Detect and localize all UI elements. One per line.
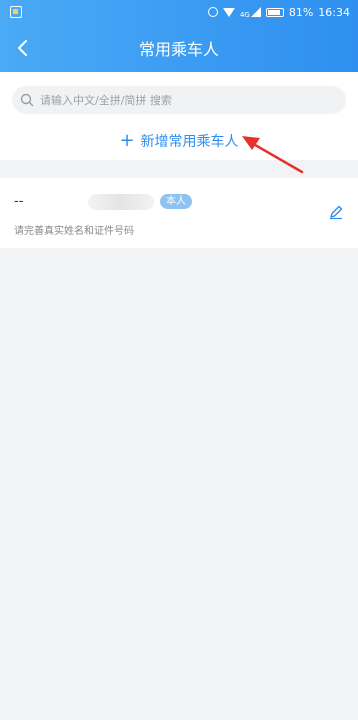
- wifi-icon: [222, 7, 235, 17]
- alarm-icon: [207, 7, 218, 17]
- network-type-label: 4G: [239, 10, 250, 19]
- self-badge: 本人: [160, 194, 192, 209]
- signal-icon: [250, 7, 261, 17]
- chevron-left-icon[interactable]: [14, 38, 34, 58]
- notification-app-icon: [10, 6, 22, 18]
- status-bar: 4G 81% 16:34: [0, 0, 358, 24]
- blurred-id-placeholder: [88, 194, 154, 210]
- plus-icon: +: [119, 130, 135, 151]
- add-passenger-label: 新增常用乘车人: [140, 134, 239, 150]
- status-indicators: 4G 81% 16:34: [207, 5, 350, 19]
- search-icon: [20, 93, 34, 107]
- clock: 16:34: [318, 5, 350, 19]
- edit-icon[interactable]: [328, 204, 344, 220]
- passenger-hint: 请完善真实姓名和证件号码: [14, 226, 134, 237]
- page-title: 常用乘车人: [138, 40, 219, 59]
- battery-icon: [265, 7, 284, 17]
- passenger-name: --: [14, 194, 24, 209]
- app-header: 4G 81% 16:34 常用乘车人: [0, 0, 358, 72]
- nav-bar: 常用乘车人: [0, 24, 358, 72]
- search-input[interactable]: [40, 93, 330, 107]
- red-arrow-annotation: [242, 136, 304, 174]
- passenger-card[interactable]: -- 本人 请完善真实姓名和证件号码: [0, 178, 358, 248]
- search-box[interactable]: [12, 86, 346, 114]
- battery-percent: 81%: [288, 5, 314, 19]
